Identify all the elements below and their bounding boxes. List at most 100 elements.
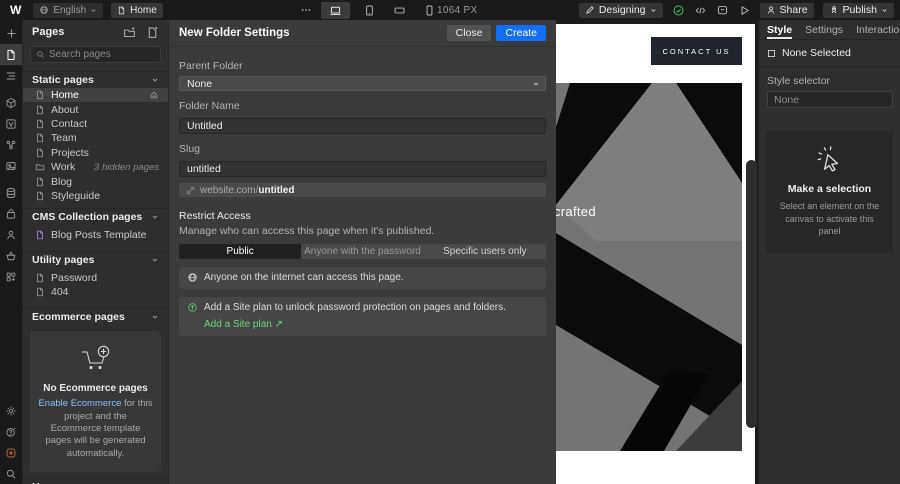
publish-button[interactable]: Publish <box>822 2 894 18</box>
basket-icon <box>6 250 16 260</box>
tab-settings[interactable]: Settings <box>805 20 843 39</box>
share-button[interactable]: Share <box>759 2 814 18</box>
ecommerce-empty-title: No Ecommerce pages <box>43 383 148 395</box>
cms-button[interactable] <box>0 182 22 203</box>
page-row-blog[interactable]: Blog <box>23 174 168 188</box>
folder-name-input[interactable] <box>179 118 546 134</box>
section-title: Utility pages <box>32 253 95 266</box>
cart-button[interactable] <box>0 245 22 266</box>
chevron-down-icon <box>152 315 158 319</box>
page-label: Projects <box>51 146 89 159</box>
help-button[interactable] <box>0 421 22 442</box>
access-segmented-control: Public Anyone with the password Specific… <box>179 244 546 259</box>
apps-button[interactable] <box>0 266 22 287</box>
close-button[interactable]: Close <box>446 25 492 41</box>
device-tablet-button[interactable] <box>359 2 380 19</box>
page-row-home[interactable]: Home <box>23 88 168 103</box>
section-user-pages[interactable]: User pages <box>23 478 168 484</box>
page-row-team[interactable]: Team <box>23 131 168 145</box>
add-elements-button[interactable] <box>0 23 22 44</box>
quick-find-button[interactable] <box>0 463 22 484</box>
enable-ecommerce-link[interactable]: Enable Ecommerce <box>38 398 121 409</box>
pages-panel-button[interactable] <box>0 44 22 65</box>
section-cms-pages[interactable]: CMS Collection pages <box>23 208 168 225</box>
components-button[interactable] <box>0 92 22 113</box>
page-row-work[interactable]: Work 3 hidden pages <box>23 160 168 174</box>
breadcrumb[interactable]: Home <box>111 2 163 18</box>
video-tutorials-button[interactable] <box>0 442 22 463</box>
canvas[interactable]: CONTACT US crafted <box>556 20 758 484</box>
code-export-icon[interactable] <box>694 4 707 17</box>
section-ecommerce-pages[interactable]: Ecommerce pages <box>23 308 168 325</box>
page-row-projects[interactable]: Projects <box>23 146 168 160</box>
device-desktop-button[interactable] <box>321 1 350 19</box>
page-label: Contact <box>51 117 88 130</box>
page-label: 404 <box>51 286 69 299</box>
hidden-pages-note: 3 hidden pages <box>94 161 159 173</box>
page-icon <box>37 191 43 201</box>
page-row-about[interactable]: About <box>23 102 168 116</box>
mode-selector[interactable]: Designing <box>578 2 663 18</box>
new-folder-icon[interactable] <box>123 26 136 39</box>
pages-panel-title: Pages <box>32 26 65 38</box>
url-prefix: website.com/ <box>200 184 259 196</box>
breadcrumb-label: Home <box>130 4 157 16</box>
more-icon[interactable] <box>300 4 312 16</box>
style-selector-input[interactable] <box>767 91 893 108</box>
new-page-icon[interactable] <box>146 26 159 39</box>
pages-search-input[interactable] <box>49 49 155 60</box>
site-page[interactable]: CONTACT US crafted <box>556 24 755 484</box>
assets-button[interactable] <box>0 155 22 176</box>
section-utility-pages[interactable]: Utility pages <box>23 250 168 268</box>
restrict-access-description: Manage who can access this page when it'… <box>179 225 435 237</box>
section-static-pages[interactable]: Static pages <box>23 71 168 88</box>
comments-icon[interactable] <box>716 4 729 17</box>
preview-icon[interactable] <box>738 4 751 17</box>
page-row-blog-posts-template[interactable]: Blog Posts Template <box>23 228 168 242</box>
search-icon <box>37 51 44 58</box>
language-selector[interactable]: English <box>33 2 104 18</box>
link-icon <box>186 186 195 194</box>
segment-specific-users[interactable]: Specific users only <box>424 244 546 259</box>
canvas-scrollbar[interactable] <box>746 160 757 428</box>
element-box-icon <box>768 49 775 57</box>
page-row-404[interactable]: 404 <box>23 285 168 299</box>
page-row-password[interactable]: Password <box>23 271 168 285</box>
segment-password[interactable]: Anyone with the password <box>301 244 423 259</box>
navigator-button[interactable] <box>0 65 22 86</box>
make-selection-card: Make a selection Select an element on th… <box>766 131 893 253</box>
page-row-styleguide[interactable]: Styleguide <box>23 189 168 203</box>
device-phone-landscape-button[interactable] <box>389 2 410 19</box>
page-icon <box>37 287 43 297</box>
chevron-down-icon <box>152 78 158 82</box>
segment-public[interactable]: Public <box>179 244 302 259</box>
pencil-icon <box>586 6 594 14</box>
ecommerce-button[interactable] <box>0 203 22 224</box>
add-site-plan-link[interactable]: Add a Site plan ↗ <box>204 318 283 332</box>
tab-interactions[interactable]: Interactions <box>856 20 900 39</box>
create-button[interactable]: Create <box>496 25 546 41</box>
slug-input[interactable] <box>179 161 546 177</box>
tab-style[interactable]: Style <box>767 20 792 39</box>
video-icon <box>6 448 16 457</box>
pages-search[interactable] <box>30 46 161 63</box>
language-label: English <box>53 4 87 16</box>
help-icon <box>6 426 16 437</box>
interactions-button[interactable] <box>0 134 22 155</box>
variables-button[interactable] <box>0 113 22 134</box>
parent-folder-select[interactable]: None <box>179 76 546 91</box>
saved-check-icon[interactable] <box>672 4 685 17</box>
home-icon <box>150 91 158 99</box>
page-icon <box>119 6 125 14</box>
url-preview: website.com/untitled <box>179 183 546 197</box>
navigator-icon <box>6 72 16 79</box>
contact-us-button[interactable]: CONTACT US <box>651 37 742 65</box>
page-row-contact[interactable]: Contact <box>23 117 168 131</box>
webflow-logo[interactable]: W <box>6 3 25 17</box>
users-button[interactable] <box>0 224 22 245</box>
style-panel-tabs: Style Settings Interactions <box>759 20 900 40</box>
section-title: Static pages <box>32 74 94 86</box>
page-label: Work <box>51 161 76 174</box>
settings-button[interactable] <box>0 400 22 421</box>
selected-element-row: None Selected <box>759 40 900 67</box>
